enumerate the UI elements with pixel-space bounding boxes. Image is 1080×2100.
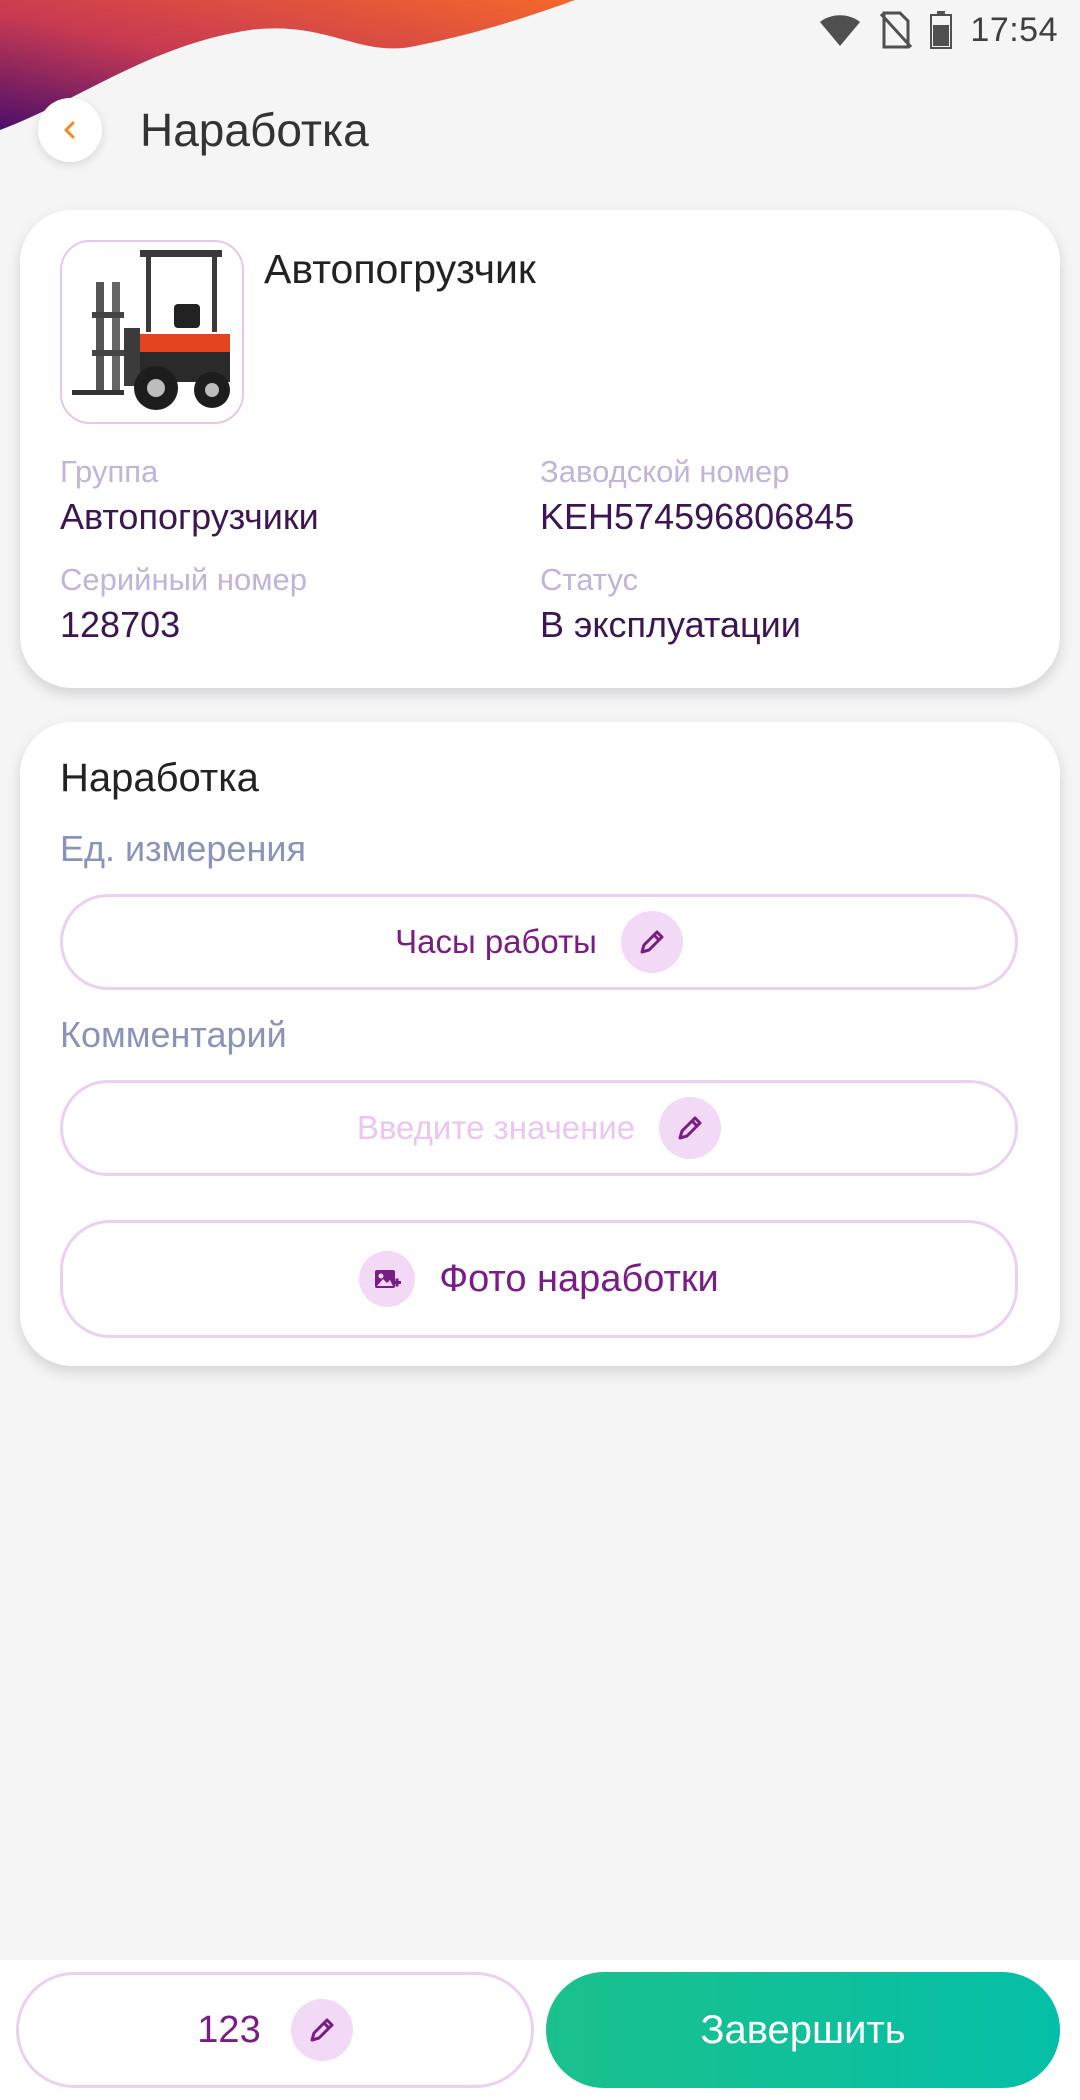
equipment-card: Автопогрузчик Группа Автопогрузчики Заво…: [20, 210, 1060, 688]
app-header: Наработка: [38, 98, 369, 162]
equipment-photo: [60, 240, 244, 424]
unit-value: Часы работы: [395, 923, 597, 960]
back-arrow-icon: [64, 121, 75, 139]
status-time: 17:54: [970, 10, 1058, 49]
runtime-photo-label: Фото наработки: [439, 1257, 719, 1300]
unit-label: Ед. измерения: [60, 828, 306, 869]
serial-number-label: Серийный номер: [60, 562, 307, 597]
group-field: Группа Автопогрузчики: [60, 454, 319, 538]
wifi-icon: [820, 15, 861, 46]
runtime-photo-button[interactable]: Фото наработки: [60, 1220, 1018, 1338]
forklift-image: [62, 242, 242, 422]
factory-number-field: Заводской номер KEH574596806845: [540, 454, 854, 538]
group-label: Группа: [60, 454, 159, 489]
comment-input[interactable]: Введите значение: [60, 1080, 1018, 1176]
group-value: Автопогрузчики: [60, 496, 319, 537]
no-sim-icon: [880, 11, 913, 49]
equipment-name: Автопогрузчик: [264, 246, 536, 292]
runtime-title: Наработка: [60, 756, 259, 800]
factory-number-label: Заводской номер: [540, 454, 790, 489]
page-title: Наработка: [140, 104, 369, 156]
runtime-value-input[interactable]: 123: [16, 1972, 534, 2088]
status-bar: 17:54: [818, 6, 1058, 54]
pencil-icon[interactable]: [290, 1999, 353, 2061]
status-field: Статус В эксплуатации: [540, 562, 801, 646]
bottom-bar: 123 Завершить: [0, 1960, 1080, 2100]
factory-number-value: KEH574596806845: [540, 496, 855, 537]
back-button[interactable]: [38, 98, 102, 162]
unit-select[interactable]: Часы работы: [60, 894, 1018, 990]
finish-button[interactable]: Завершить: [546, 1972, 1060, 2088]
runtime-card: Наработка Ед. измерения Часы работы Комм…: [20, 722, 1060, 1366]
serial-number-value: 128703: [60, 604, 181, 645]
serial-number-field: Серийный номер 128703: [60, 562, 307, 646]
status-label: Статус: [540, 562, 638, 597]
battery-icon: [930, 11, 953, 49]
runtime-value: 123: [197, 2008, 261, 2051]
comment-placeholder: Введите значение: [356, 1109, 636, 1146]
pencil-icon[interactable]: [620, 911, 683, 973]
comment-label: Комментарий: [60, 1014, 287, 1055]
pencil-icon[interactable]: [659, 1097, 722, 1159]
add-photo-icon: [359, 1251, 416, 1307]
status-value: В эксплуатации: [540, 604, 801, 645]
